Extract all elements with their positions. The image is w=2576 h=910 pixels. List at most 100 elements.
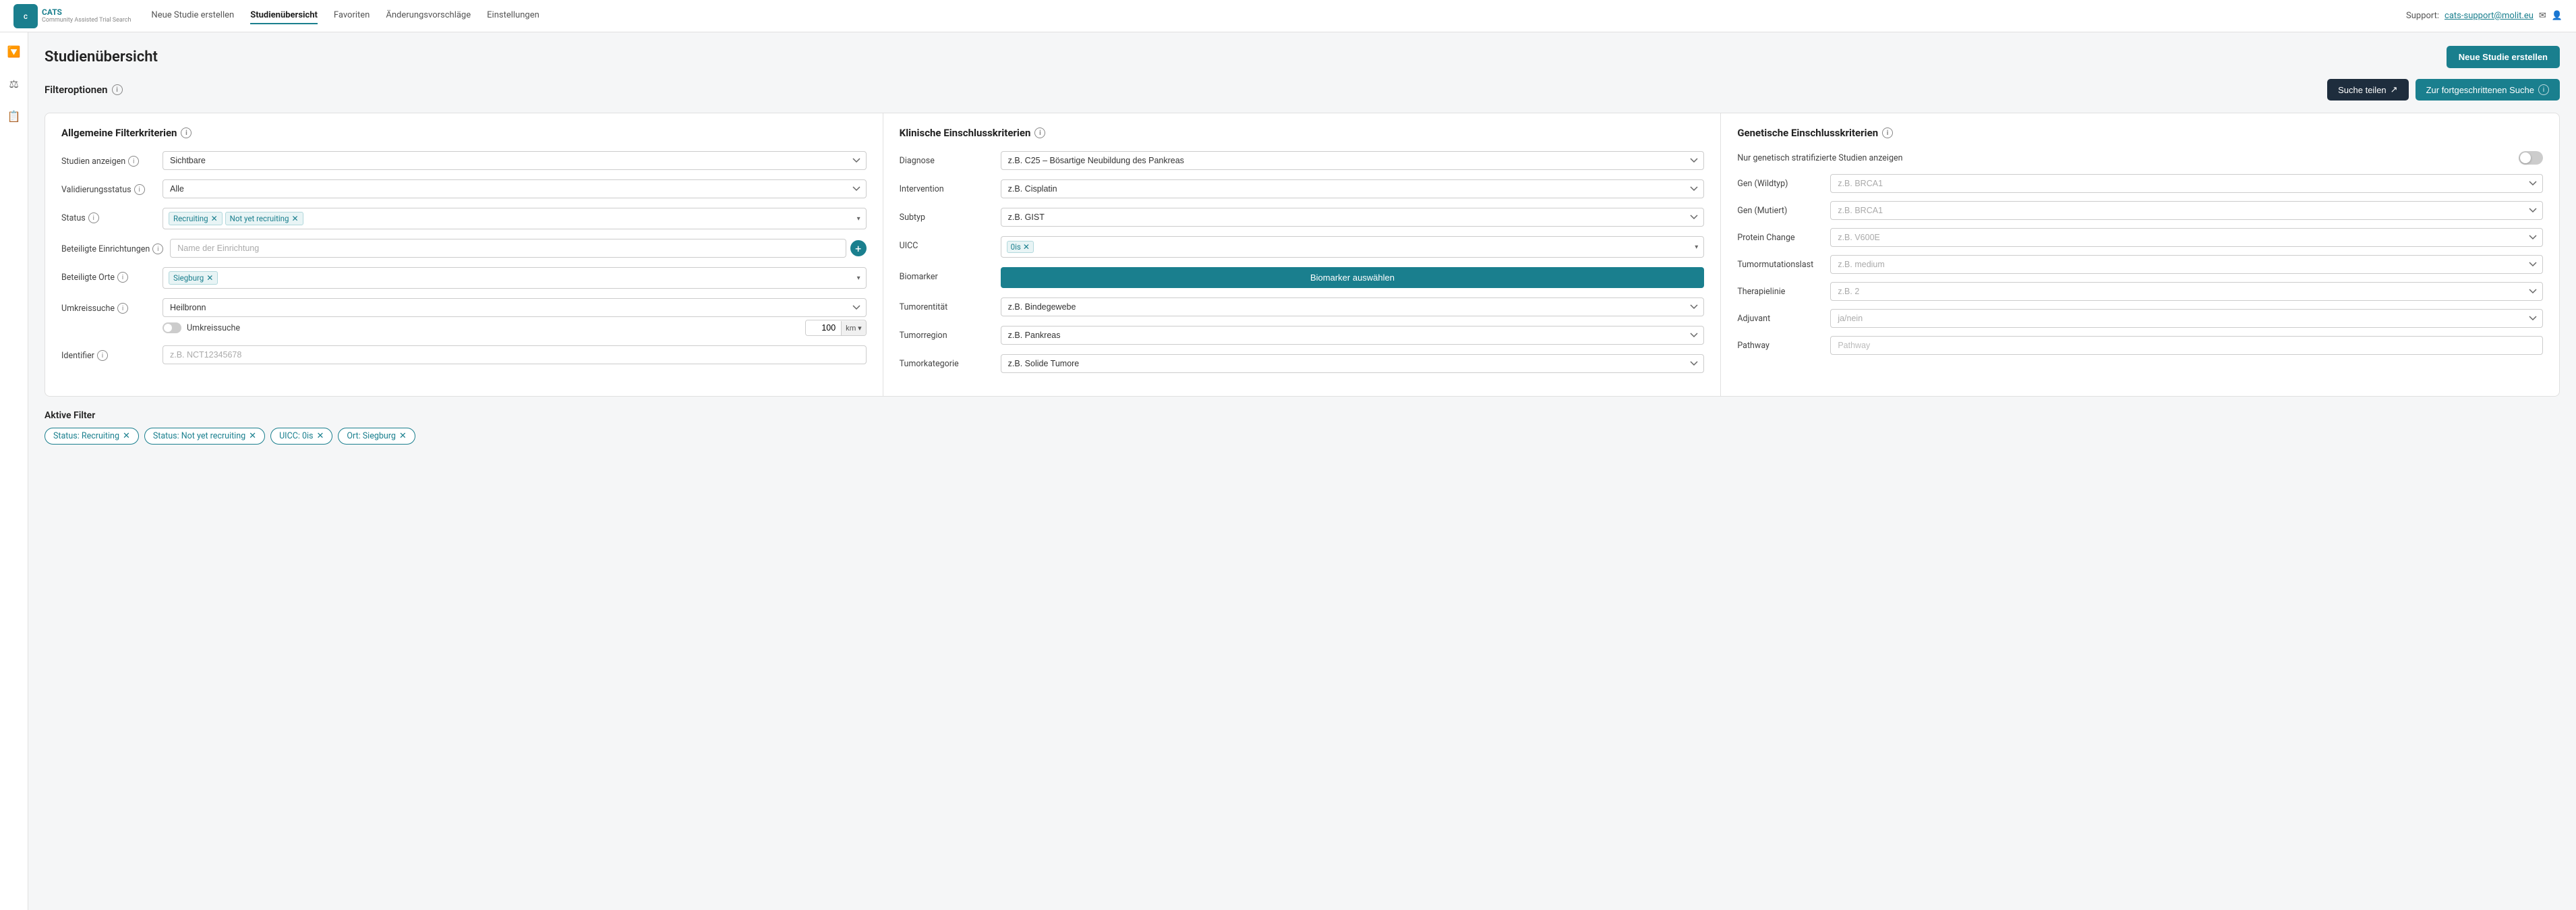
tumorentitaet-row: Tumorentität z.B. Bindegewebe (900, 297, 1705, 316)
status-info[interactable]: i (88, 212, 99, 223)
allgemeine-filter-col: Allgemeine Filterkriterien i Studien anz… (45, 113, 883, 396)
status-row: Status i Recruiting ✕ Not yet recruiting… (61, 208, 867, 229)
gen-mutiert-select[interactable]: z.B. BRCA1 (1830, 201, 2543, 220)
diagnose-select[interactable]: z.B. C25 – Bösartige Neubildung des Pank… (1001, 151, 1705, 170)
uicc-chevron[interactable]: ▾ (1695, 244, 1698, 251)
orte-chevron[interactable]: ▾ (857, 275, 860, 282)
umkreis-km-unit: km ▾ (841, 321, 865, 335)
validierungsstatus-select[interactable]: Alle (163, 179, 867, 198)
nav-aenderungsvorschlaege[interactable]: Änderungsvorschläge (386, 7, 471, 24)
nav-einstellungen[interactable]: Einstellungen (487, 7, 539, 24)
active-tag-uicc-remove[interactable]: ✕ (316, 431, 324, 441)
allgemeine-info-icon[interactable]: i (181, 127, 192, 138)
adjuvant-select[interactable]: ja/nein (1830, 309, 2543, 328)
mail-icon: ✉ (2539, 11, 2546, 21)
status-chevron[interactable]: ▾ (857, 215, 860, 223)
tumorregion-select[interactable]: z.B. Pankreas (1001, 326, 1705, 345)
svg-text:C: C (24, 14, 28, 21)
validierungsstatus-info[interactable]: i (134, 184, 145, 195)
filter-options-row: Filteroptionen i Suche teilen ↗ Zur fort… (45, 79, 2560, 101)
nav-studienuebersicht[interactable]: Studienübersicht (250, 7, 318, 24)
ort-tag-siegburg-remove[interactable]: ✕ (206, 273, 213, 283)
sidebar-filter-icon[interactable]: 🔽 (3, 40, 25, 62)
nav-right: Support: cats-support@molit.eu ✉ 👤 (2406, 11, 2563, 21)
validierungsstatus-label: Validierungsstatus i (61, 179, 156, 195)
status-tag-recruiting-remove[interactable]: ✕ (211, 214, 218, 223)
identifier-input[interactable] (163, 345, 867, 364)
sidebar-graph-icon[interactable]: ⚖ (3, 73, 25, 94)
user-icon[interactable]: 👤 (2552, 11, 2563, 21)
protein-change-select[interactable]: z.B. V600E (1830, 228, 2543, 247)
allgemeine-title: Allgemeine Filterkriterien i (61, 127, 867, 139)
beteiligte-orte-tag-input[interactable]: Siegburg ✕ ▾ (163, 267, 867, 289)
status-tag-not-yet-remove[interactable]: ✕ (291, 214, 298, 223)
subtyp-label: Subtyp (900, 208, 994, 223)
gen-wildtyp-select[interactable]: z.B. BRCA1 (1830, 174, 2543, 193)
umkreis-info[interactable]: i (117, 303, 128, 314)
add-einrichtung-button[interactable]: + (850, 240, 867, 256)
intervention-select[interactable]: z.B. Cisplatin (1001, 179, 1705, 198)
biomarker-button[interactable]: Biomarker auswählen (1001, 267, 1705, 288)
tumormutationslast-select[interactable]: z.B. medium (1830, 255, 2543, 274)
active-tag-status-not-yet[interactable]: Status: Not yet recruiting ✕ (144, 428, 265, 445)
genetische-info-icon[interactable]: i (1882, 127, 1893, 138)
umkreis-km-input[interactable] (806, 320, 841, 335)
tumorkategorie-select[interactable]: z.B. Solide Tumore (1001, 354, 1705, 373)
active-tag-status-recruiting-remove[interactable]: ✕ (123, 431, 130, 441)
fortgeschrittene-suche-button[interactable]: Zur fortgeschrittenen Suche i (2416, 79, 2560, 101)
beteiligte-einrichtungen-label: Beteiligte Einrichtungen i (61, 239, 163, 254)
validierungsstatus-row: Validierungsstatus i Alle (61, 179, 867, 198)
status-tag-recruiting: Recruiting ✕ (169, 212, 223, 225)
support-email[interactable]: cats-support@molit.eu (2445, 11, 2534, 21)
active-tag-status-not-yet-remove[interactable]: ✕ (249, 431, 256, 441)
studien-anzeigen-info[interactable]: i (128, 156, 139, 167)
active-tag-uicc[interactable]: UICC: 0is ✕ (270, 428, 332, 445)
aktive-filter-section: Aktive Filter Status: Recruiting ✕ Statu… (45, 410, 2560, 445)
identifier-row: Identifier i (61, 345, 867, 364)
klinische-title-text: Klinische Einschlusskriterien (900, 127, 1031, 139)
therapielinie-select[interactable]: z.B. 2 (1830, 282, 2543, 301)
filter-options-text: Filteroptionen (45, 84, 108, 96)
nav-neue-studie[interactable]: Neue Studie erstellen (151, 7, 234, 24)
umkreissuche-toggle[interactable] (163, 322, 181, 333)
identifier-info[interactable]: i (97, 350, 108, 361)
main-content: Studienübersicht Neue Studie erstellen F… (28, 32, 2576, 465)
protein-change-label: Protein Change (1737, 233, 1825, 243)
orte-info[interactable]: i (117, 272, 128, 283)
tumorentitaet-select[interactable]: z.B. Bindegewebe (1001, 297, 1705, 316)
fortgeschrittene-info-icon: i (2538, 84, 2549, 95)
subtyp-select[interactable]: z.B. GIST (1001, 208, 1705, 227)
filter-options-info-icon[interactable]: i (112, 84, 123, 95)
pathway-input[interactable] (1830, 336, 2543, 355)
adjuvant-row: Adjuvant ja/nein (1737, 309, 2543, 328)
fortgeschrittene-label: Zur fortgeschrittenen Suche (2426, 85, 2534, 95)
klinische-info-icon[interactable]: i (1034, 127, 1045, 138)
tumorentitaet-label: Tumorentität (900, 297, 994, 312)
status-tag-input[interactable]: Recruiting ✕ Not yet recruiting ✕ ▾ (163, 208, 867, 229)
nav-favoriten[interactable]: Favoriten (334, 7, 370, 24)
studien-anzeigen-select[interactable]: Sichtbare (163, 151, 867, 170)
active-tag-ort[interactable]: Ort: Siegburg ✕ (338, 428, 415, 445)
gen-wildtyp-label: Gen (Wildtyp) (1737, 179, 1825, 189)
diagnose-row: Diagnose z.B. C25 – Bösartige Neubildung… (900, 151, 1705, 170)
beteiligte-einrichtungen-input[interactable] (170, 239, 846, 258)
einrichtungen-info[interactable]: i (152, 244, 163, 254)
genetische-title-text: Genetische Einschlusskriterien (1737, 127, 1878, 139)
beteiligte-orte-label: Beteiligte Orte i (61, 267, 156, 283)
biomarker-row: Biomarker Biomarker auswählen (900, 267, 1705, 288)
uicc-tag-input[interactable]: 0is ✕ ▾ (1001, 236, 1705, 258)
uicc-tag-0is-remove[interactable]: ✕ (1023, 242, 1030, 252)
active-tag-ort-remove[interactable]: ✕ (399, 431, 407, 441)
nav-links: Neue Studie erstellen Studienübersicht F… (151, 7, 2406, 24)
support-label: Support: (2406, 11, 2439, 21)
tumorregion-label: Tumorregion (900, 326, 994, 341)
sidebar-list-icon[interactable]: 📋 (3, 105, 25, 127)
nur-genetisch-toggle[interactable] (2519, 151, 2543, 165)
active-filter-tags: Status: Recruiting ✕ Status: Not yet rec… (45, 428, 2560, 445)
umkreissuche-select[interactable]: Heilbronn (163, 298, 867, 317)
neue-studie-button[interactable]: Neue Studie erstellen (2447, 46, 2560, 68)
studien-anzeigen-row: Studien anzeigen i Sichtbare (61, 151, 867, 170)
active-tag-status-recruiting[interactable]: Status: Recruiting ✕ (45, 428, 139, 445)
suche-teilen-button[interactable]: Suche teilen ↗ (2327, 79, 2408, 101)
umkreis-km-wrap: km ▾ (805, 320, 866, 336)
